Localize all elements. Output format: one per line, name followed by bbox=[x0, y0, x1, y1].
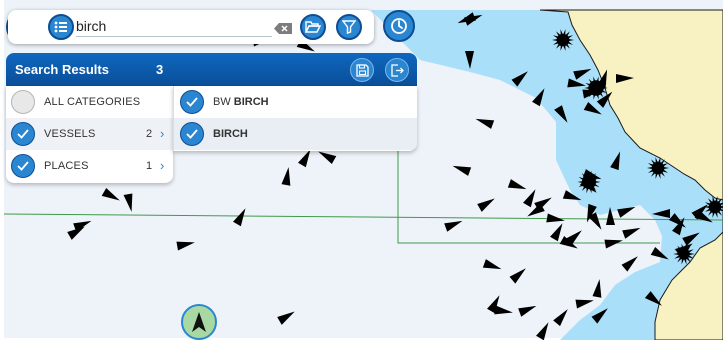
category-list: ALL CATEGORIES VESSELS 2 › PLACES 1 › bbox=[6, 86, 173, 183]
list-button[interactable] bbox=[48, 14, 74, 40]
filter-button[interactable] bbox=[336, 14, 362, 40]
exit-icon bbox=[390, 63, 404, 77]
north-arrow-icon bbox=[192, 312, 206, 332]
chevron-right-icon: › bbox=[160, 158, 165, 173]
results-title: Search Results bbox=[15, 62, 109, 77]
category-label: PLACES bbox=[44, 160, 89, 172]
check-icon bbox=[186, 129, 198, 139]
check-icon bbox=[186, 97, 198, 107]
check-icon bbox=[17, 129, 29, 139]
history-button[interactable] bbox=[383, 10, 415, 42]
result-item[interactable]: BW BIRCH bbox=[174, 86, 417, 118]
category-all-checkbox[interactable] bbox=[11, 90, 35, 114]
category-count: 2 bbox=[146, 128, 153, 140]
category-vessels[interactable]: VESSELS 2 › bbox=[6, 118, 173, 150]
filter-icon bbox=[342, 20, 356, 34]
category-places-checkbox[interactable] bbox=[11, 154, 35, 178]
result-item-label: BIRCH bbox=[213, 128, 248, 140]
save-icon bbox=[355, 63, 369, 77]
map-edge-left bbox=[0, 0, 4, 340]
result-item-checkbox[interactable] bbox=[180, 90, 204, 114]
backspace-icon[interactable] bbox=[274, 23, 292, 34]
category-vessels-checkbox[interactable] bbox=[11, 122, 35, 146]
category-places[interactable]: PLACES 1 › bbox=[6, 150, 173, 182]
compass-button[interactable] bbox=[181, 304, 217, 340]
category-label: VESSELS bbox=[44, 128, 96, 140]
folder-open-icon bbox=[305, 21, 321, 33]
results-count: 3 bbox=[156, 62, 164, 77]
category-all[interactable]: ALL CATEGORIES bbox=[6, 86, 173, 118]
search-input[interactable] bbox=[76, 15, 272, 37]
chevron-right-icon: › bbox=[160, 126, 165, 141]
save-results-button[interactable] bbox=[350, 58, 374, 82]
exit-results-button[interactable] bbox=[385, 58, 409, 82]
result-list: BW BIRCH BIRCH bbox=[173, 86, 417, 151]
result-item-checkbox[interactable] bbox=[180, 122, 204, 146]
list-icon bbox=[54, 21, 67, 33]
clock-icon bbox=[391, 18, 407, 34]
open-folder-button[interactable] bbox=[300, 14, 326, 40]
search-results-panel: Search Results 3 ALL CATEGORIES VESSELS … bbox=[6, 53, 417, 183]
result-item[interactable]: BIRCH bbox=[174, 118, 417, 150]
check-icon bbox=[17, 161, 29, 171]
category-label: ALL CATEGORIES bbox=[44, 96, 141, 108]
result-item-label: BW BIRCH bbox=[213, 96, 269, 108]
category-count: 1 bbox=[146, 160, 153, 172]
results-header: Search Results 3 bbox=[6, 53, 417, 86]
